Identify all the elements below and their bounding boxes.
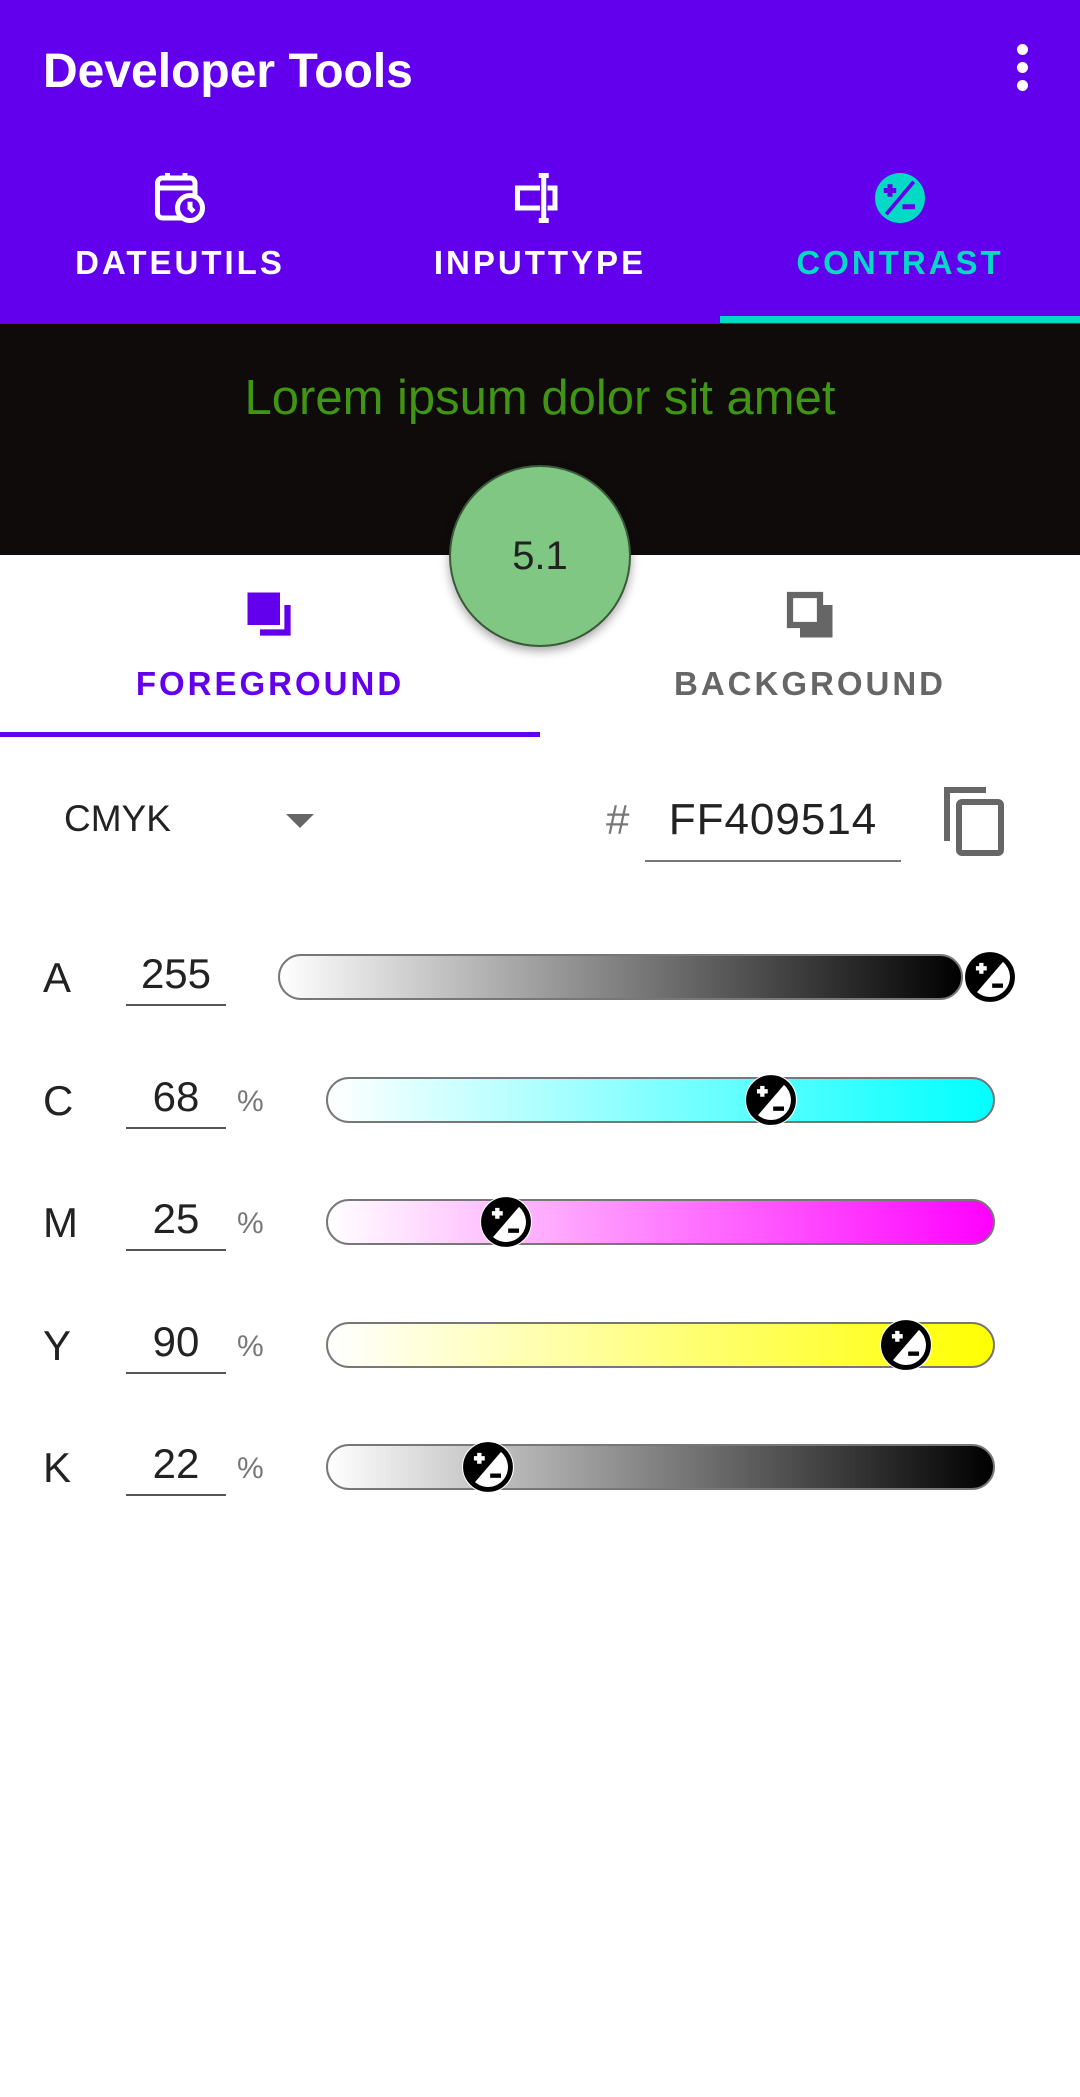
channel-row-y: Y 90 % <box>0 1310 1080 1380</box>
contrast-icon <box>875 173 925 223</box>
tab-label: CONTRAST <box>796 244 1004 281</box>
channel-value-input[interactable]: 90 <box>126 1314 226 1374</box>
channel-label: K <box>43 1444 72 1491</box>
slider-thumb-contrast-icon[interactable] <box>461 1441 514 1493</box>
channel-value-input[interactable]: 22 <box>126 1436 226 1496</box>
contrast-ratio-badge[interactable]: 5.1 <box>449 465 631 647</box>
channel-label: M <box>43 1199 78 1246</box>
calendar-clock-icon <box>155 173 205 223</box>
channel-value-input[interactable]: 25 <box>126 1191 226 1251</box>
channel-value-input[interactable]: 255 <box>126 946 226 1006</box>
slider-thumb-contrast-icon[interactable] <box>744 1074 797 1126</box>
unit-label: % <box>237 1452 264 1485</box>
hex-prefix: # <box>606 796 630 843</box>
more-vert-icon[interactable] <box>1006 44 1038 94</box>
background-layers-icon <box>786 591 833 638</box>
tab-contrast[interactable]: CONTRAST <box>720 160 1080 324</box>
tab-inputtype[interactable]: INPUTTYPE <box>360 160 720 324</box>
channel-row-m: M 25 % <box>0 1187 1080 1257</box>
slider-thumb-contrast-icon[interactable] <box>964 951 1016 1003</box>
dropdown-arrow-icon[interactable] <box>286 814 314 828</box>
channel-slider-track[interactable] <box>326 1077 995 1123</box>
tab-label: INPUTTYPE <box>433 244 647 281</box>
channel-row-c: C 68 % <box>0 1065 1080 1135</box>
tab-label: FOREGROUND <box>135 665 405 702</box>
channel-label: C <box>43 1077 74 1124</box>
app-bar: Developer Tools DATEUTILS INPUTTYPE CONT… <box>0 0 1080 324</box>
text-input-icon <box>515 173 558 223</box>
preview-text: Lorem ipsum dolor sit amet <box>244 371 836 425</box>
channel-value-input[interactable]: 68 <box>126 1069 226 1129</box>
channel-row-k: K 22 % <box>0 1432 1080 1502</box>
tab-background[interactable]: BACKGROUND <box>540 575 1080 735</box>
foreground-layers-icon <box>247 592 291 636</box>
tab-dateutils[interactable]: DATEUTILS <box>0 160 360 324</box>
color-mode-dropdown[interactable]: CMYK <box>64 798 171 840</box>
tab-label: BACKGROUND <box>674 665 946 702</box>
channel-row-a: A 255 <box>0 942 1080 1012</box>
unit-label: % <box>237 1330 264 1363</box>
app-title: Developer Tools <box>43 45 413 98</box>
channel-slider-track[interactable] <box>278 954 963 1000</box>
slider-thumb-contrast-icon[interactable] <box>880 1319 933 1371</box>
tab-label: DATEUTILS <box>75 244 285 281</box>
tab-indicator <box>720 316 1080 323</box>
unit-label: % <box>237 1085 264 1118</box>
subtab-indicator <box>0 732 540 737</box>
unit-label: % <box>237 1207 264 1240</box>
channel-slider-track[interactable] <box>326 1199 995 1245</box>
channel-label: A <box>43 954 72 1001</box>
channel-slider-track[interactable] <box>326 1444 995 1490</box>
hex-input[interactable]: FF409514 <box>645 790 901 862</box>
copy-icon[interactable] <box>938 780 1010 860</box>
slider-thumb-contrast-icon[interactable] <box>480 1196 532 1248</box>
channel-label: Y <box>43 1322 72 1369</box>
